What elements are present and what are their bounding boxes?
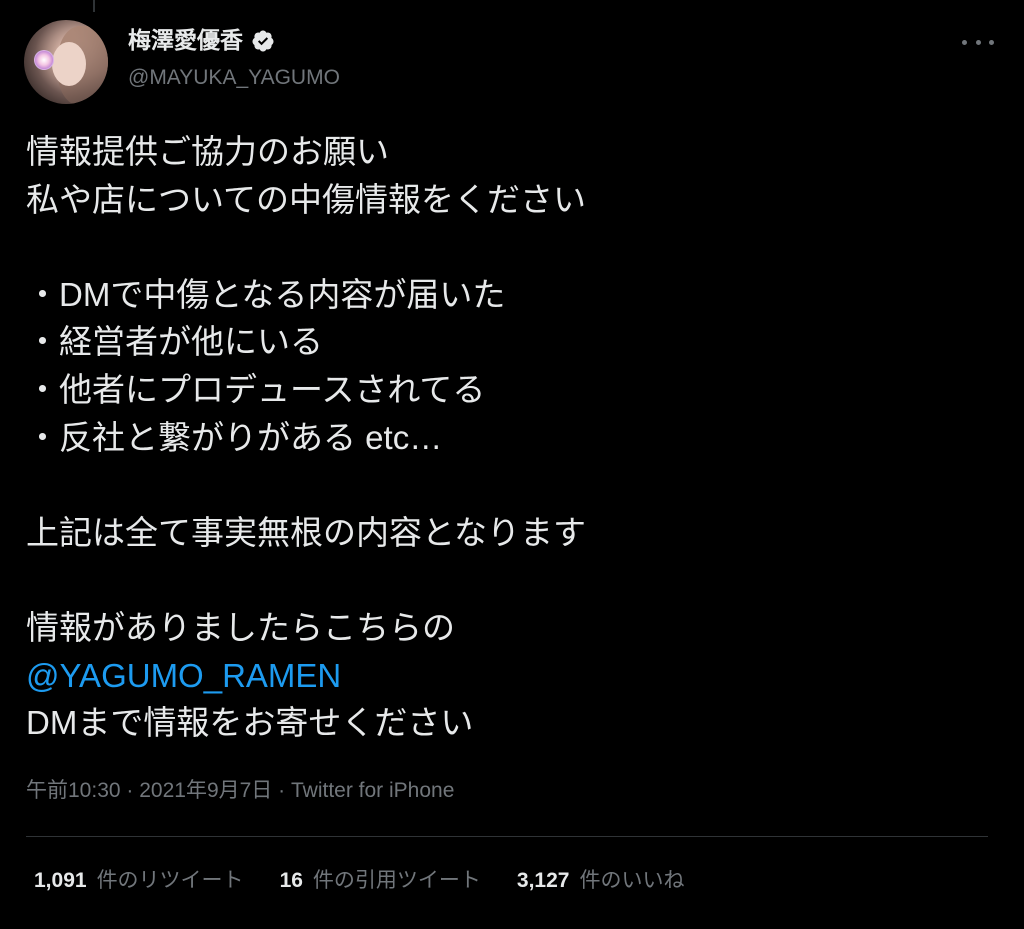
tweet-line: ・経営者が他にいる — [26, 323, 323, 361]
tweet-line — [26, 223, 998, 271]
retweets-count: 1,091 — [34, 869, 87, 892]
more-dot — [975, 39, 981, 45]
tweet-meta: 午前10:30 · 2021年9月7日 · Twitter for iPhone — [26, 776, 454, 806]
quotes-count: 16 — [279, 869, 303, 892]
retweets-label: 件のリツイート — [96, 869, 244, 892]
tweet-line — [26, 556, 998, 604]
handle[interactable]: @MAYUKA_YAGUMO — [128, 64, 340, 92]
retweets-stat[interactable]: 1,091 件のリツイート — [34, 866, 244, 896]
engagement-stats: 1,091 件のリツイート 16 件の引用ツイート 3,127 件のいいね — [34, 866, 684, 896]
avatar-hairpin — [34, 50, 54, 70]
tweet-line: 情報がありましたらこちらの — [26, 608, 455, 646]
tweet-line: ・反社と繋がりがある etc… — [26, 418, 443, 456]
quotes-stat[interactable]: 16 件の引用ツイート — [280, 866, 481, 896]
likes-count: 3,127 — [516, 869, 570, 892]
meta-separator: · — [272, 779, 291, 802]
name-row: 梅澤愛優香 — [128, 26, 275, 56]
likes-stat[interactable]: 3,127 件のいいね — [517, 866, 685, 896]
tweet-line: ・DMで中傷となる内容が届いた — [26, 275, 506, 313]
tweet-line: 上記は全て事実無根の内容となります — [26, 513, 587, 551]
mention-link[interactable]: @YAGUMO_RAMEN — [26, 652, 998, 700]
display-name[interactable]: 梅澤愛優香 — [128, 26, 243, 56]
thread-connector-line — [93, 0, 95, 12]
tweet-header: 梅澤愛優香 @MAYUKA_YAGUMO — [24, 20, 1000, 104]
tweet-time[interactable]: 午前10:30 — [26, 779, 121, 802]
tweet-source[interactable]: Twitter for iPhone — [291, 779, 454, 802]
divider — [26, 836, 988, 837]
tweet-text: 情報提供ご協力のお願い 私や店についての中傷情報をください ・DMで中傷となる内… — [26, 128, 998, 747]
tweet-date[interactable]: 2021年9月7日 — [139, 779, 272, 802]
tweet-line: 情報提供ご協力のお願い — [26, 133, 389, 170]
verified-badge-icon — [251, 29, 275, 53]
tweet-line: ・他者にプロデュースされてる — [26, 370, 486, 408]
quotes-label: 件の引用ツイート — [312, 869, 481, 892]
tweet-line: 私や店についての中傷情報をください — [26, 180, 587, 218]
meta-separator: · — [120, 779, 140, 802]
tweet-line: DMまで情報をお寄せください — [26, 704, 474, 742]
likes-label: 件のいいね — [579, 869, 685, 892]
avatar-face — [52, 42, 86, 86]
tweet-line — [26, 461, 998, 509]
more-dot — [989, 39, 994, 45]
avatar[interactable] — [24, 20, 108, 104]
more-horizontal-icon[interactable] — [962, 32, 994, 52]
more-dot — [962, 39, 967, 45]
